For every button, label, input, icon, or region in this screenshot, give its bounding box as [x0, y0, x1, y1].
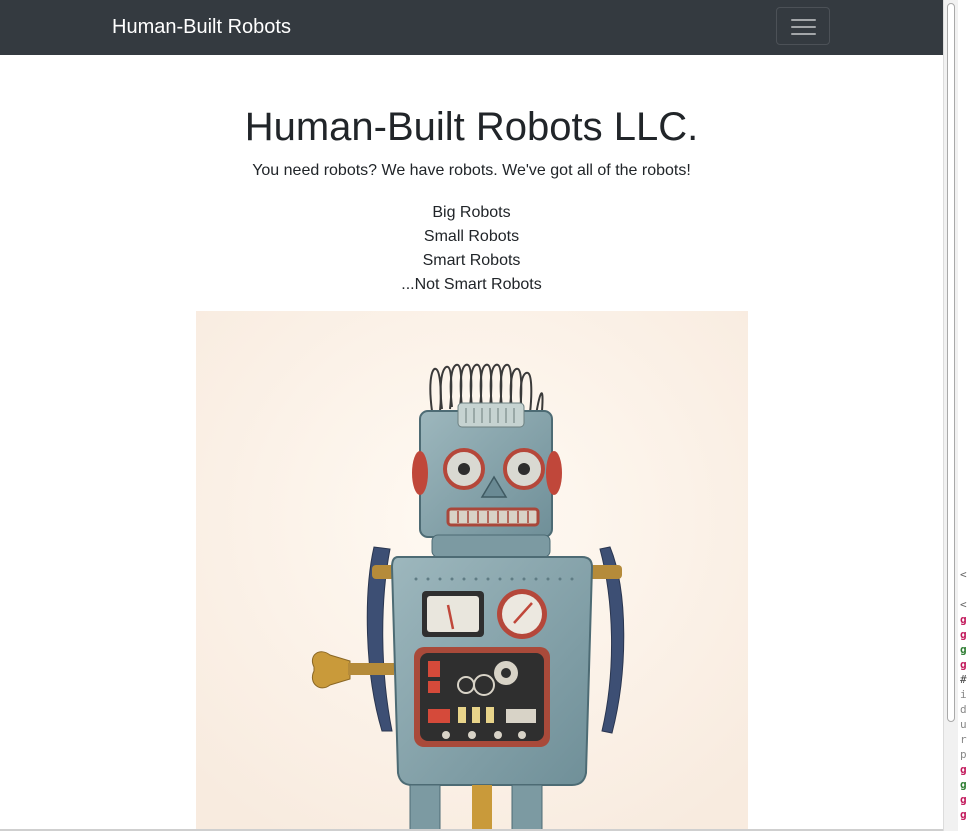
robot-illustration: [196, 311, 748, 831]
panel-char: g: [960, 808, 967, 821]
panel-char: g: [960, 658, 967, 671]
vertical-scrollbar[interactable]: [943, 0, 958, 831]
panel-char: <: [960, 568, 967, 581]
panel-char: g: [960, 763, 967, 776]
panel-char: g: [960, 643, 967, 656]
scrollbar-thumb[interactable]: [947, 3, 955, 722]
list-item: ...Not Smart Robots: [401, 276, 542, 293]
lead-text: You need robots? We have robots. We've g…: [252, 162, 691, 179]
panel-char: u: [960, 718, 967, 731]
feature-list: Big Robots Small Robots Smart Robots ...…: [0, 201, 943, 297]
navbar-brand[interactable]: Human-Built Robots: [112, 14, 291, 40]
panel-char: g: [960, 628, 967, 641]
page-title: Human-Built Robots LLC.: [244, 105, 699, 149]
list-item: Smart Robots: [422, 252, 521, 269]
panel-char: g: [960, 778, 967, 791]
panel-char: d: [960, 703, 967, 716]
browser-viewport: Human-Built Robots Human-Built Robots LL…: [0, 0, 943, 831]
panel-char: i: [960, 688, 967, 701]
navbar: Human-Built Robots: [0, 0, 943, 55]
list-item: Small Robots: [423, 228, 520, 245]
panel-char: r: [960, 733, 967, 746]
navbar-toggle-button[interactable]: [776, 7, 830, 45]
robot-photo: [196, 311, 748, 831]
panel-char: g: [960, 793, 967, 806]
panel-char: g: [960, 613, 967, 626]
panel-char: <: [960, 598, 967, 611]
hamburger-icon: [791, 19, 816, 35]
list-item: Big Robots: [432, 204, 511, 221]
panel-char: #: [960, 673, 967, 686]
panel-char: p: [960, 748, 967, 761]
devtools-edge-panel: < < g g g g # i d u r p g g g g: [958, 0, 968, 831]
